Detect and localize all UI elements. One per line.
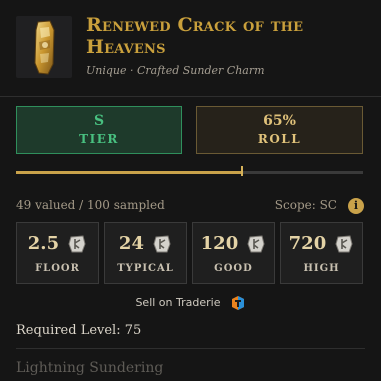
tier-badge: S TIER xyxy=(16,106,182,154)
header-divider xyxy=(0,96,381,97)
mods-divider xyxy=(16,348,365,349)
roll-progress-marker xyxy=(240,166,243,176)
price-label: GOOD xyxy=(214,263,253,274)
item-mod: Lightning Sundering xyxy=(16,360,164,376)
price-label: TYPICAL xyxy=(117,263,174,274)
item-title: Renewed Crack of the Heavens xyxy=(86,14,304,58)
roll-progress-bar xyxy=(16,166,363,176)
item-header: Renewed Crack of the Heavens Unique · Cr… xyxy=(0,0,381,96)
price-card-high: 720 HIGH xyxy=(280,222,363,284)
price-card-typical: 24 TYPICAL xyxy=(104,222,187,284)
info-icon[interactable]: i xyxy=(348,198,364,214)
roll-progress-fill xyxy=(16,171,242,174)
traderie-icon[interactable] xyxy=(230,295,246,311)
sunder-charm-icon xyxy=(16,16,72,78)
price-card-floor: 2.5 FLOOR xyxy=(16,222,99,284)
price-value: 720 xyxy=(288,233,327,254)
sample-summary: 49 valued / 100 sampled xyxy=(16,198,165,212)
required-level-value: 75 xyxy=(124,323,142,338)
tier-value: S xyxy=(93,113,105,129)
roll-label: ROLL xyxy=(257,132,302,146)
roll-badge: 65% ROLL xyxy=(196,106,363,154)
price-label: FLOOR xyxy=(35,263,80,274)
required-level-label: Required Level: xyxy=(16,323,121,338)
rune-icon xyxy=(68,234,86,252)
rune-icon xyxy=(153,234,171,252)
sell-on-traderie-link[interactable]: Sell on Traderie xyxy=(0,292,381,312)
roll-value: 65% xyxy=(263,113,296,129)
price-value: 2.5 xyxy=(27,233,60,254)
price-card-good: 120 GOOD xyxy=(192,222,275,284)
price-label: HIGH xyxy=(303,263,340,274)
price-value: 24 xyxy=(118,233,144,254)
price-value: 120 xyxy=(200,233,239,254)
sell-link-label[interactable]: Sell on Traderie xyxy=(135,296,220,309)
required-level: Required Level: 75 xyxy=(16,323,141,338)
tier-label: TIER xyxy=(79,132,119,146)
rune-icon xyxy=(247,234,265,252)
rune-icon xyxy=(335,234,353,252)
item-subtitle: Unique · Crafted Sunder Charm xyxy=(86,64,265,77)
scope-label: Scope: SC xyxy=(274,198,337,212)
